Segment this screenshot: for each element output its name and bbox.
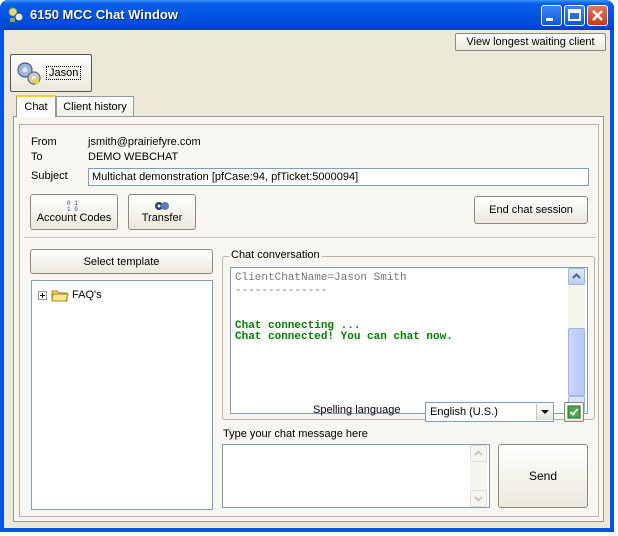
chevron-up-icon <box>474 450 483 456</box>
window-title: 6150 MCC Chat Window <box>30 7 178 22</box>
tree-item-faqs-label: FAQ's <box>72 289 102 301</box>
transfer-label: Transfer <box>141 212 183 224</box>
chat-app-icon <box>8 7 24 22</box>
chevron-down-icon <box>474 496 483 502</box>
from-value: jsmith@prairiefyre.com <box>88 136 201 148</box>
chat-separator-line: -------------- <box>235 285 328 297</box>
end-chat-session-button[interactable]: End chat session <box>474 196 588 224</box>
select-template-button[interactable]: Select template <box>30 249 213 274</box>
chat-conversation-label: Chat conversation <box>229 249 322 261</box>
message-scrollbar[interactable] <box>470 445 487 507</box>
transfer-icon <box>155 202 169 210</box>
minimize-icon <box>546 18 553 21</box>
folder-icon <box>51 290 69 302</box>
send-label: Send <box>528 469 558 483</box>
send-button[interactable]: Send <box>498 444 588 508</box>
tree-item-faqs[interactable]: FAQ's <box>38 288 102 302</box>
account-codes-label: Account Codes <box>36 212 112 224</box>
select-template-label: Select template <box>83 255 160 268</box>
maximize-button[interactable] <box>564 5 585 26</box>
account-codes-icon: 0 1 1 0 <box>67 200 78 212</box>
to-label: To <box>31 151 43 163</box>
close-icon <box>592 10 603 21</box>
spelling-language-label: Spelling language <box>313 404 401 416</box>
account-codes-button[interactable]: 0 1 1 0 Account Codes <box>30 194 118 230</box>
scroll-up-button[interactable] <box>568 268 585 285</box>
subject-value: Multichat demonstration [pfCase:94, pfTi… <box>92 171 359 183</box>
chat-transcript[interactable]: ClientChatName=Jason Smith -------------… <box>230 267 588 414</box>
spell-check-button[interactable] <box>564 402 584 422</box>
chat-window: 6150 MCC Chat Window View longest waitin… <box>0 0 614 532</box>
spelling-language-select[interactable]: English (U.S.) <box>425 402 554 422</box>
tree-expand-icon[interactable] <box>38 290 47 300</box>
tab-client-history-label: Client history <box>63 100 127 113</box>
chat-scrollbar[interactable] <box>568 268 585 413</box>
chat-client-name-line: ClientChatName=Jason Smith <box>235 272 407 284</box>
title-bar[interactable]: 6150 MCC Chat Window <box>0 0 614 30</box>
chat-message-input[interactable] <box>222 444 490 508</box>
client-session-jason[interactable]: Jason <box>10 54 92 92</box>
client-gears-icon <box>17 62 41 85</box>
subject-label: Subject <box>31 170 68 182</box>
view-longest-waiting-button[interactable]: View longest waiting client <box>455 33 606 51</box>
client-area: View longest waiting client Jason Chat C… <box>4 30 610 528</box>
subject-field[interactable]: Multichat demonstration [pfCase:94, pfTi… <box>88 168 589 186</box>
chevron-up-icon <box>572 273 581 279</box>
close-button[interactable] <box>587 5 608 26</box>
message-scroll-down[interactable] <box>470 490 487 507</box>
tab-chat[interactable]: Chat <box>16 95 56 117</box>
tab-client-history[interactable]: Client history <box>56 96 134 116</box>
message-label: Type your chat message here <box>223 428 368 440</box>
chat-status-connected: Chat connected! You can chat now. <box>235 331 453 343</box>
spell-check-icon <box>567 405 581 419</box>
from-label: From <box>31 136 57 148</box>
view-longest-waiting-label: View longest waiting client <box>466 36 595 48</box>
to-value: DEMO WEBCHAT <box>88 151 179 163</box>
section-divider <box>24 237 596 239</box>
dropdown-arrow-icon <box>541 410 549 414</box>
spelling-language-value: English (U.S.) <box>430 406 498 418</box>
end-chat-session-label: End chat session <box>489 204 573 216</box>
template-tree[interactable]: FAQ's <box>31 280 213 510</box>
maximize-icon <box>568 9 581 21</box>
tab-chat-label: Chat <box>24 101 48 113</box>
spelling-dropdown-button[interactable] <box>536 404 553 420</box>
client-session-label: Jason <box>46 66 82 80</box>
minimize-button[interactable] <box>541 5 562 26</box>
message-scroll-up[interactable] <box>470 445 487 462</box>
transfer-button[interactable]: Transfer <box>128 194 196 230</box>
scroll-thumb[interactable] <box>568 328 585 396</box>
